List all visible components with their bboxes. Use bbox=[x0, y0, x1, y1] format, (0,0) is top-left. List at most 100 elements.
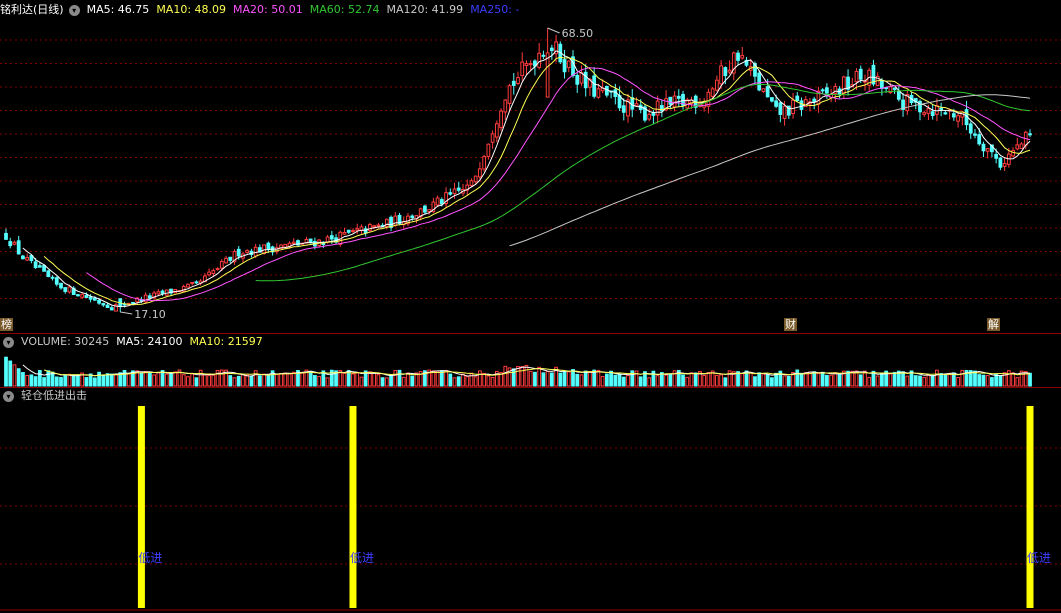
volume-bar bbox=[258, 375, 262, 387]
volume-bar bbox=[541, 372, 546, 387]
volume-bar bbox=[875, 375, 880, 387]
candlestick-chart: 68.50 17.10 bbox=[0, 27, 1061, 321]
candle-body bbox=[389, 216, 393, 228]
candle-body bbox=[676, 95, 681, 99]
candle-body bbox=[342, 231, 347, 235]
candle-body bbox=[105, 304, 110, 309]
volume-bar bbox=[97, 371, 101, 387]
volume-bar bbox=[681, 374, 685, 387]
volume-bar bbox=[67, 373, 72, 387]
candle-body bbox=[795, 95, 800, 102]
flag-badge-jie[interactable]: 解 bbox=[987, 318, 1000, 331]
signal-header: ▾ 轻仓低进出击 bbox=[0, 388, 94, 404]
volume-bar bbox=[469, 372, 474, 387]
volume-bar bbox=[380, 377, 385, 387]
candle-body bbox=[423, 205, 427, 213]
candle-body bbox=[922, 112, 927, 115]
ma-indicator-list: MA5: 46.75 MA10: 48.09 MA20: 50.01 MA60: 52… bbox=[87, 2, 527, 18]
volume-bar bbox=[588, 370, 592, 387]
volume-bar bbox=[355, 372, 360, 387]
low-pointer bbox=[120, 311, 133, 315]
volume-bar bbox=[770, 377, 774, 387]
volume-bar bbox=[29, 374, 34, 387]
volume-bar bbox=[8, 360, 13, 387]
candle-body bbox=[541, 54, 546, 57]
volume-bar bbox=[152, 374, 156, 387]
volume-bar bbox=[837, 373, 842, 387]
candle-body bbox=[575, 74, 580, 85]
candle-body bbox=[939, 107, 944, 110]
volume-bar bbox=[753, 376, 757, 387]
candle-body bbox=[76, 294, 80, 297]
volume-bar bbox=[930, 374, 935, 387]
candle-body bbox=[486, 143, 491, 157]
chevron-down-icon[interactable]: ▾ bbox=[3, 336, 14, 348]
volume-bar bbox=[478, 370, 482, 387]
candle-body bbox=[621, 105, 626, 113]
volume-bar bbox=[389, 374, 393, 387]
candle-body bbox=[33, 261, 38, 269]
volume-bar bbox=[42, 377, 46, 387]
candle-body bbox=[37, 265, 42, 268]
volume-legend-1: MA5: 24100 bbox=[116, 335, 183, 348]
candle-body bbox=[981, 143, 986, 152]
candle-body bbox=[54, 277, 59, 285]
candle-body bbox=[1015, 144, 1020, 150]
candle-body bbox=[355, 228, 360, 231]
signal-bar bbox=[349, 406, 357, 608]
volume-bar bbox=[549, 372, 554, 387]
candle-body bbox=[791, 99, 795, 115]
volume-bar bbox=[198, 369, 203, 387]
candle-body bbox=[715, 79, 719, 91]
flag-badge-bang[interactable]: 榜 bbox=[0, 318, 13, 331]
candle-body bbox=[583, 71, 588, 89]
volume-bar bbox=[596, 369, 601, 387]
volume-bar bbox=[143, 370, 148, 387]
volume-bar bbox=[761, 373, 766, 387]
chevron-down-icon[interactable]: ▾ bbox=[68, 4, 80, 16]
volume-bar bbox=[241, 373, 245, 387]
candle-body bbox=[478, 168, 482, 178]
candle-body bbox=[841, 76, 846, 94]
chevron-down-icon[interactable]: ▾ bbox=[3, 390, 14, 402]
volume-bar bbox=[490, 376, 495, 387]
volume-bar bbox=[664, 374, 668, 387]
volume-bar bbox=[935, 369, 939, 387]
candle-body bbox=[186, 283, 190, 288]
volume-bar bbox=[325, 377, 330, 387]
volume-bar bbox=[351, 373, 355, 387]
price-panel: 68.50 17.10 铭利达(日线) ▾ MA5: 46.75 MA10: 48.… bbox=[0, 0, 1061, 333]
flag-badge-cai[interactable]: 财 bbox=[784, 318, 797, 331]
volume-bar bbox=[473, 376, 478, 387]
candle-body bbox=[723, 67, 728, 77]
candle-body bbox=[109, 307, 114, 311]
ma-legend-5: MA250: - bbox=[470, 3, 520, 16]
candle-body bbox=[545, 52, 550, 98]
volume-bar bbox=[169, 373, 173, 387]
candle-body bbox=[672, 95, 677, 108]
volume-bar bbox=[566, 371, 571, 387]
volume-bar bbox=[126, 373, 131, 387]
volume-bar bbox=[689, 372, 694, 387]
candle-body bbox=[393, 215, 398, 226]
candle-body bbox=[46, 270, 51, 278]
volume-bar bbox=[266, 374, 271, 387]
volume-bar bbox=[503, 365, 508, 387]
volume-bar bbox=[431, 370, 436, 387]
volume-bar bbox=[693, 372, 698, 387]
volume-bar bbox=[245, 374, 250, 387]
candle-body bbox=[245, 250, 250, 253]
volume-bar bbox=[393, 370, 398, 387]
volume-bar bbox=[825, 374, 829, 387]
volume-bar bbox=[114, 374, 118, 387]
candle-body bbox=[329, 235, 334, 240]
volume-bar bbox=[190, 373, 195, 387]
volume-bar bbox=[372, 372, 377, 387]
volume-bar bbox=[702, 375, 707, 387]
volume-bar bbox=[795, 369, 800, 387]
volume-bar bbox=[410, 375, 415, 387]
candle-body bbox=[8, 241, 13, 247]
candle-body bbox=[562, 59, 567, 73]
volume-bar bbox=[524, 364, 529, 387]
volume-bar bbox=[186, 376, 190, 387]
